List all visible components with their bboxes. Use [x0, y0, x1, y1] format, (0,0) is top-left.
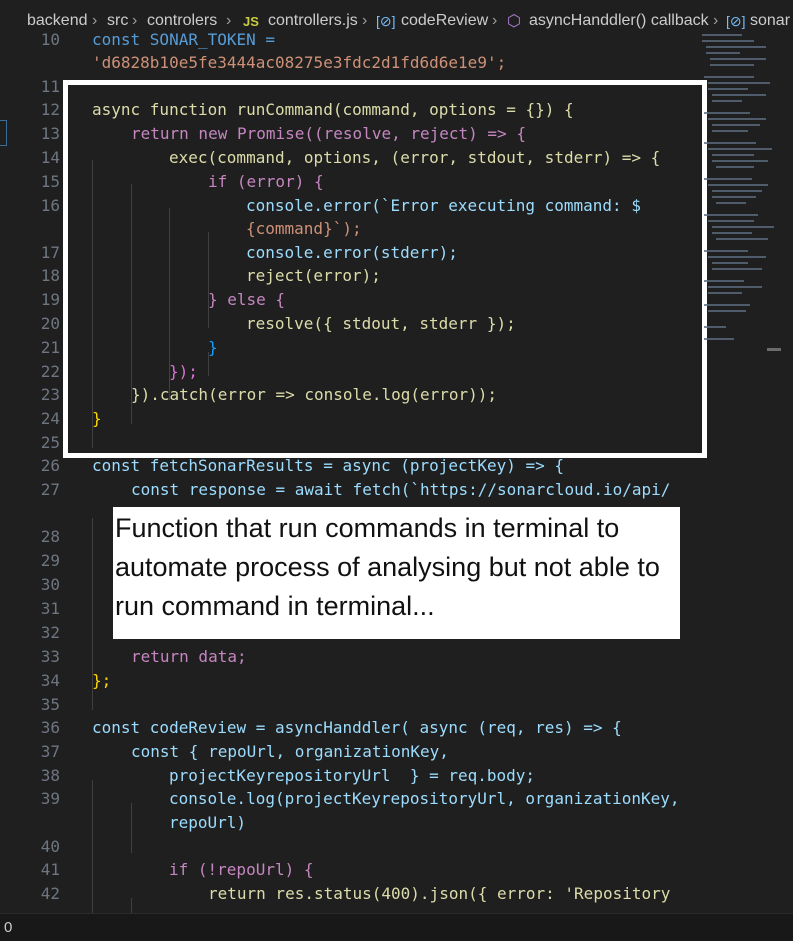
code-line: };: [92, 671, 112, 690]
line-number: 10: [40, 30, 60, 49]
code-line: 'd6828b10e5fe3444ac08275e3fdc2d1fd6d6e1e…: [92, 53, 507, 72]
minimap-line: [704, 280, 744, 282]
line-number: 14: [40, 148, 60, 167]
line-number: 29: [40, 551, 60, 570]
highlight-box: [63, 80, 707, 458]
minimap-line: [704, 214, 758, 216]
line-number: 18: [40, 266, 60, 285]
minimap-line: [704, 76, 754, 78]
line-number: 22: [40, 362, 60, 381]
code-line: const SONAR_TOKEN =: [92, 30, 276, 49]
line-number: 20: [40, 314, 60, 333]
line-number: 17: [40, 243, 60, 262]
minimap-line: [716, 202, 746, 204]
code-line: return res.status(400).json({ error: 'Re…: [208, 884, 671, 903]
annotation-callout: Function that run commands in terminal t…: [113, 507, 680, 639]
line-number: 36: [40, 718, 60, 737]
minimap-line: [710, 64, 754, 66]
minimap-line: [708, 148, 772, 150]
line-number: 19: [40, 290, 60, 309]
minimap-line: [716, 166, 754, 168]
minimap-line: [712, 100, 742, 102]
minimap[interactable]: [700, 28, 782, 348]
minimap-line: [716, 238, 768, 240]
minimap-line: [706, 52, 740, 54]
minimap-line: [704, 142, 756, 144]
code-line: if (!repoUrl) {: [169, 860, 314, 879]
line-number: 34: [40, 671, 60, 690]
minimap-line: [704, 326, 726, 328]
minimap-line: [712, 124, 760, 126]
line-number: 39: [40, 789, 60, 808]
indent-guide: [131, 803, 132, 853]
code-line: const codeReview = asyncHanddler( async …: [92, 718, 622, 737]
minimap-line: [708, 310, 746, 312]
code-line: projectKeyrepositoryUrl } = req.body;: [169, 766, 536, 785]
minimap-line: [712, 154, 754, 156]
line-number: 24: [40, 409, 60, 428]
status-problems-count[interactable]: 0: [4, 919, 12, 936]
minimap-line: [708, 82, 770, 84]
minimap-line: [708, 292, 742, 294]
line-number: 32: [40, 623, 60, 642]
minimap-line: [704, 304, 750, 306]
status-bar: 0: [0, 913, 793, 941]
minimap-line: [708, 256, 766, 258]
minimap-line: [708, 220, 754, 222]
minimap-line: [708, 286, 762, 288]
line-number: 41: [40, 860, 60, 879]
line-number: 37: [40, 742, 60, 761]
minimap-line: [710, 58, 766, 60]
line-number: 42: [40, 884, 60, 903]
minimap-line: [712, 160, 768, 162]
line-number: 16: [40, 196, 60, 215]
minimap-line: [706, 46, 766, 48]
line-number: 26: [40, 456, 60, 475]
minimap-line: [702, 34, 742, 36]
line-number: 15: [40, 172, 60, 191]
minimap-line: [708, 118, 766, 120]
minimap-line: [712, 130, 748, 132]
code-line: console.log(projectKeyrepositoryUrl, org…: [169, 789, 680, 808]
minimap-line: [712, 262, 748, 264]
line-number: 27: [40, 480, 60, 499]
code-line: const { repoUrl, organizationKey,: [131, 742, 449, 761]
line-number: 21: [40, 338, 60, 357]
minimap-line: [712, 232, 752, 234]
line-number: 31: [40, 599, 60, 618]
minimap-line: [704, 178, 752, 180]
minimap-line: [704, 250, 748, 252]
line-number: 11: [40, 77, 60, 96]
line-number: 13: [40, 124, 60, 143]
minimap-line: [708, 88, 748, 90]
minimap-line: [708, 184, 768, 186]
minimap-line: [712, 94, 766, 96]
line-number: 12: [40, 100, 60, 119]
line-number: 23: [40, 385, 60, 404]
minimap-line: [702, 40, 754, 42]
code-line: const response = await fetch(`https://so…: [131, 480, 671, 499]
minimap-line: [704, 338, 734, 340]
minimap-line: [712, 226, 774, 228]
line-number: 40: [40, 837, 60, 856]
line-number: 33: [40, 647, 60, 666]
line-number: 30: [40, 575, 60, 594]
line-number: 35: [40, 695, 60, 714]
minimap-line: [712, 268, 762, 270]
minimap-line: [712, 190, 762, 192]
line-number: 38: [40, 766, 60, 785]
code-line: return data;: [131, 647, 247, 666]
minimap-line: [704, 112, 750, 114]
line-number: 28: [40, 527, 60, 546]
js-file-icon: JS: [243, 14, 259, 29]
minimap-line: [712, 196, 756, 198]
code-line: repoUrl): [169, 813, 247, 832]
scrollbar-thumb[interactable]: [767, 348, 781, 351]
line-number: 25: [40, 433, 60, 452]
